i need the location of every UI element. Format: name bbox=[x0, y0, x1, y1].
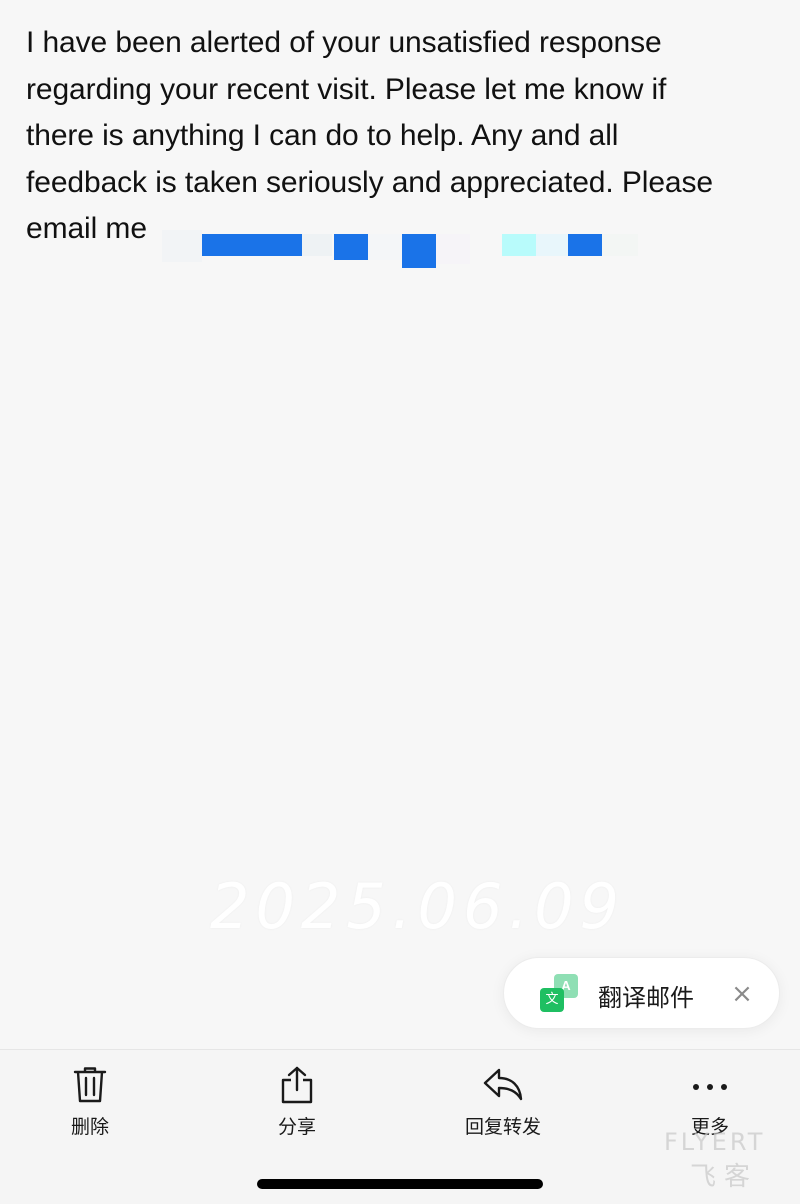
share-button[interactable]: 分享 bbox=[242, 1066, 352, 1146]
redaction-block bbox=[436, 234, 470, 264]
logo-text-latin: FLYERT bbox=[664, 1128, 766, 1156]
redaction-block bbox=[402, 234, 436, 268]
reply-icon bbox=[483, 1068, 523, 1101]
redaction-block bbox=[162, 230, 202, 262]
screen: I have been alerted of your unsatisfied … bbox=[0, 0, 800, 1204]
redacted-email-address bbox=[162, 212, 642, 272]
delete-button[interactable]: 删除 bbox=[35, 1066, 145, 1146]
email-body-line: feedback is taken seriously and apprecia… bbox=[26, 165, 713, 199]
email-body-line: there is anything I can do to help. Any … bbox=[26, 119, 619, 152]
flyert-logo-watermark: FLYERT 飞客 bbox=[664, 1128, 794, 1192]
redaction-block bbox=[536, 234, 568, 256]
reply-forward-button[interactable]: 回复转发 bbox=[448, 1066, 558, 1146]
more-icon bbox=[693, 1084, 727, 1090]
translate-email-label[interactable]: 翻译邮件 bbox=[598, 978, 694, 1013]
redaction-block bbox=[202, 234, 302, 256]
redaction-block bbox=[602, 234, 638, 256]
redaction-block bbox=[302, 234, 332, 256]
email-body-line: regarding your recent visit. Please let … bbox=[26, 72, 667, 106]
reply-forward-label: 回复转发 bbox=[464, 1116, 541, 1138]
redaction-block bbox=[568, 234, 602, 256]
redaction-block bbox=[502, 234, 536, 256]
close-icon[interactable]: × bbox=[728, 980, 756, 1008]
date-watermark: 2025.06.09 bbox=[210, 870, 625, 943]
translate-icon: A 文 bbox=[540, 974, 580, 1014]
share-label: 分享 bbox=[277, 1116, 316, 1138]
redaction-block bbox=[334, 234, 368, 260]
logo-text-chinese: 飞客 bbox=[690, 1162, 759, 1192]
translate-email-banner[interactable]: A 文 翻译邮件 × bbox=[503, 957, 780, 1029]
trash-icon bbox=[73, 1067, 107, 1103]
delete-label: 删除 bbox=[70, 1116, 109, 1138]
share-icon bbox=[281, 1066, 313, 1104]
translate-icon-front: 文 bbox=[540, 988, 564, 1012]
email-body-line: I have been alerted of your unsatisfied … bbox=[26, 26, 662, 59]
redaction-block bbox=[368, 234, 402, 260]
home-indicator[interactable] bbox=[257, 1179, 543, 1189]
